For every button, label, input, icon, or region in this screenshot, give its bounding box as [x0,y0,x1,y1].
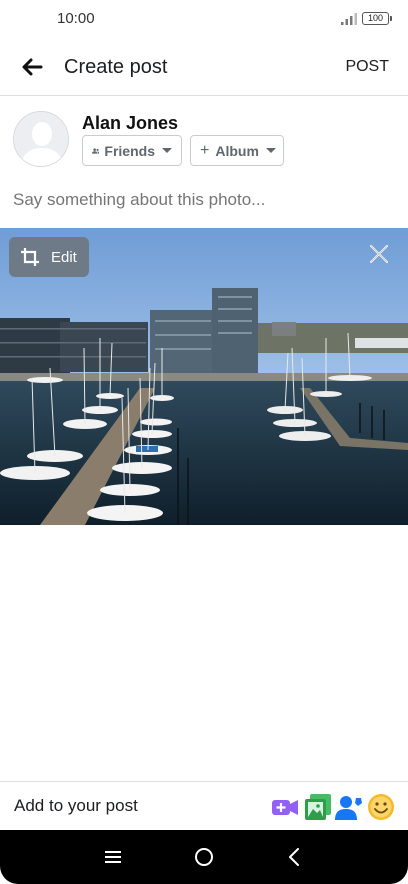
plus-icon: + [200,141,210,159]
app-header: Create post POST [0,40,408,96]
chevron-left-icon [289,848,299,866]
status-time: 10:00 [57,10,95,27]
crop-icon [21,248,39,266]
battery-level: 100 [367,13,384,23]
battery-icon: 100 [362,12,392,25]
close-icon[interactable] [366,241,392,267]
caret-down-icon [265,148,276,153]
home-button[interactable] [189,842,219,872]
home-circle-icon [195,848,213,866]
photo-icon[interactable] [303,792,333,822]
signal-icon [341,13,357,25]
page-title: Create post [64,56,168,78]
back-button[interactable] [14,52,50,82]
post-button[interactable]: POST [345,58,389,76]
avatar [13,111,69,167]
album-label: Album [215,142,259,159]
arrow-left-icon [22,58,43,76]
caret-down-icon [162,148,172,153]
add-to-post-label: Add to your post [14,796,138,815]
menu-icon [105,851,121,863]
friends-icon [92,147,100,154]
author-name: Alan Jones [82,113,179,133]
audience-selector[interactable]: Friends [82,135,182,166]
tag-people-icon[interactable] [334,792,364,822]
album-selector[interactable]: + Album [190,135,284,166]
post-text-input[interactable] [13,190,393,210]
feeling-icon[interactable] [366,792,396,822]
author-row: Alan Jones Friends + Album [0,108,408,172]
video-plus-icon[interactable] [270,792,300,822]
edit-photo-button[interactable]: Edit [9,237,89,277]
system-nav-bar [0,830,408,884]
recent-apps-button[interactable] [98,842,128,872]
add-to-post-bar[interactable]: Add to your post [0,781,408,830]
edit-photo-label: Edit [51,248,77,266]
system-back-button[interactable] [279,842,309,872]
status-bar: 10:00 100 [0,0,408,38]
audience-label: Friends [104,142,155,159]
default-avatar-icon [14,112,68,166]
